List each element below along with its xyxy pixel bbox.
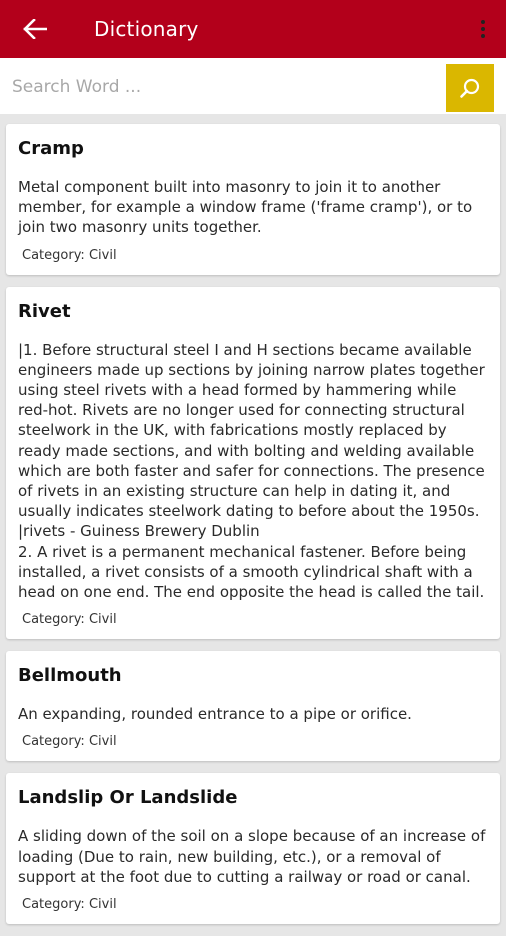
search-button[interactable] <box>446 64 494 112</box>
back-button[interactable] <box>22 16 48 42</box>
word-category: Category: Civil <box>22 734 117 750</box>
word-term: Bellmouth <box>18 665 122 687</box>
word-term: Cramp <box>18 138 84 159</box>
app-bar: Dictionary <box>0 0 506 58</box>
word-category: Category: Civil <box>22 247 117 263</box>
word-category: Category: Civil <box>22 897 117 913</box>
word-term: Rivet <box>18 300 71 322</box>
word-card[interactable]: Landslip Or Landslide A sliding down of … <box>6 773 500 925</box>
more-options-button[interactable] <box>478 18 488 42</box>
search-input[interactable] <box>10 66 434 108</box>
word-card[interactable]: Cramp Metal component built into masonry… <box>6 124 500 275</box>
word-definition: An expanding, rounded entrance to a pipe… <box>18 705 412 724</box>
word-definition: Metal component built into masonry to jo… <box>18 178 473 237</box>
word-card[interactable]: Bellmouth An expanding, rounded entrance… <box>6 651 500 762</box>
word-category: Category: Civil <box>22 612 117 628</box>
word-card[interactable]: Rivet |1. Before structural steel I and … <box>6 286 500 640</box>
arrow-left-icon <box>23 19 47 39</box>
word-term: Landslip Or Landslide <box>18 787 238 809</box>
word-list: Cramp Metal component built into masonry… <box>6 124 500 936</box>
search-icon <box>460 78 480 98</box>
search-bar <box>0 58 506 114</box>
page-title: Dictionary <box>94 17 199 41</box>
word-definition: A sliding down of the soil on a slope be… <box>18 827 486 886</box>
more-vert-icon <box>481 20 485 24</box>
word-definition: |1. Before structural steel I and H sect… <box>18 340 485 602</box>
